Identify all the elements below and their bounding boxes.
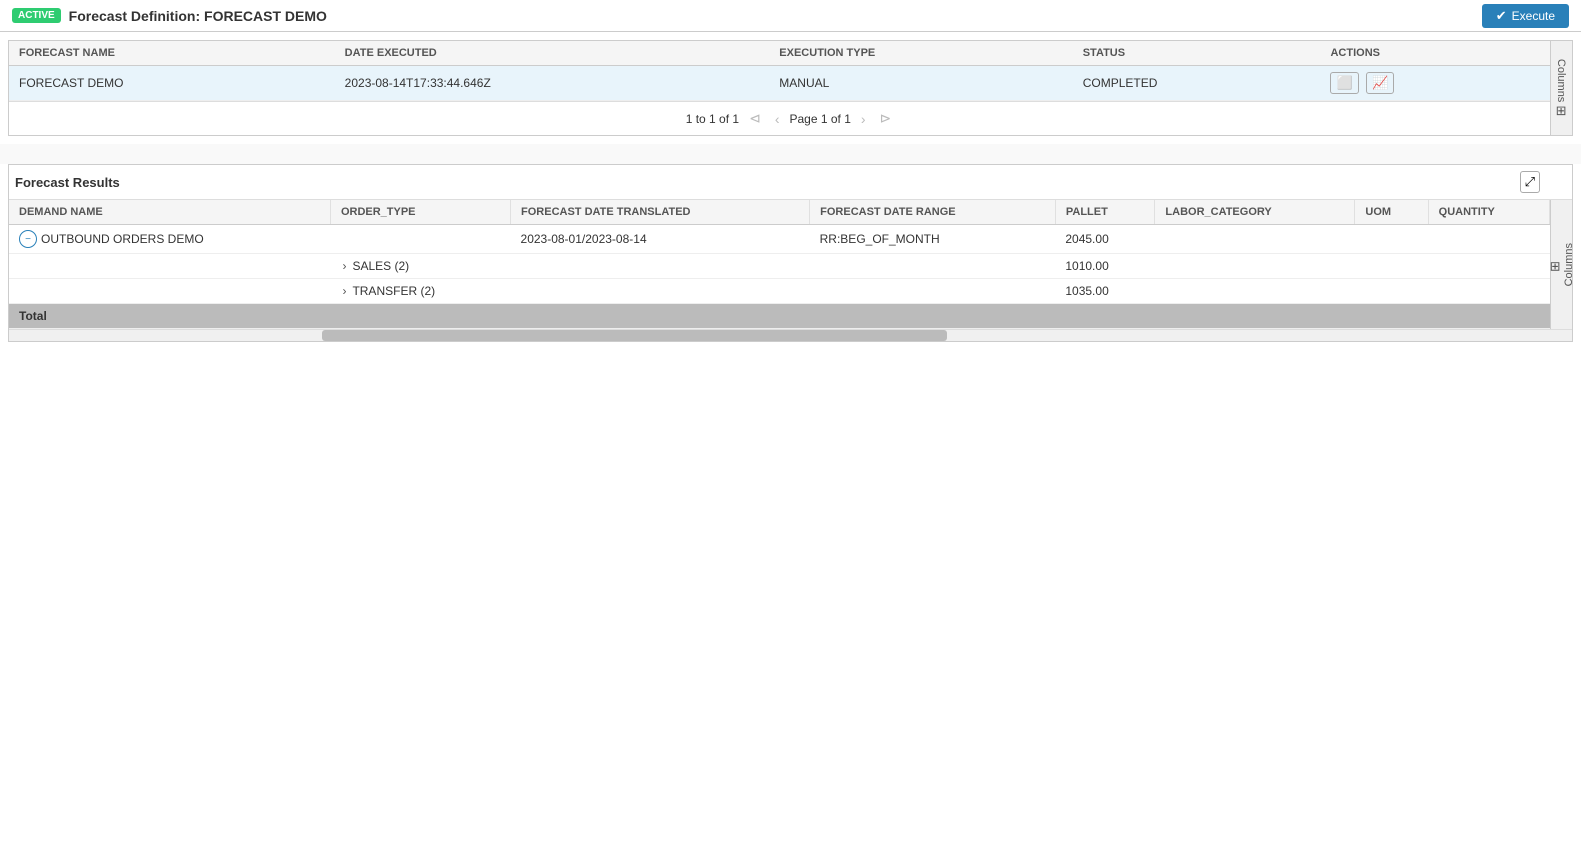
table-row: › SALES (2) 1010.00 xyxy=(9,254,1550,279)
section-gap xyxy=(0,144,1581,164)
results-cell-qty-child2 xyxy=(1428,279,1549,304)
columns-tab-label: ⊞ Columns xyxy=(1554,59,1569,116)
cell-date-executed: 2023-08-14T17:33:44.646Z xyxy=(335,66,770,101)
copy-action-button[interactable]: ⬜ xyxy=(1330,72,1358,94)
page-label: Page 1 of 1 xyxy=(789,112,850,126)
collapse-demand-button[interactable]: − xyxy=(19,230,37,248)
execute-label: Execute xyxy=(1512,9,1555,23)
total-cell-6 xyxy=(1155,304,1355,329)
results-col-forecast-date-translated: FORECAST DATE TRANSLATED xyxy=(511,200,810,225)
results-header-row: DEMAND NAME ORDER_TYPE FORECAST DATE TRA… xyxy=(9,200,1550,225)
execute-button[interactable]: ✔ Execute xyxy=(1482,4,1569,28)
table-row: › TRANSFER (2) 1035.00 xyxy=(9,279,1550,304)
col-date-executed: DATE EXECUTED xyxy=(335,41,770,66)
total-cell-4 xyxy=(810,304,1056,329)
results-columns-tab-label: ⊞ Columns xyxy=(1548,243,1572,286)
results-col-forecast-date-range: FORECAST DATE RANGE xyxy=(810,200,1056,225)
transfer-label: TRANSFER (2) xyxy=(352,284,435,298)
pagination-bar: 1 to 1 of 1 ⊲ ‹ Page 1 of 1 › ⊳ xyxy=(9,101,1572,135)
columns-side-tab[interactable]: ⊞ Columns xyxy=(1550,41,1572,135)
results-cell-pallet-child2: 1035.00 xyxy=(1055,279,1155,304)
results-section-title: Forecast Results xyxy=(15,175,120,190)
sales-label: SALES (2) xyxy=(352,259,409,273)
results-cell-demand-name-child1 xyxy=(9,254,330,279)
results-cell-uom xyxy=(1355,225,1428,254)
total-cell-7 xyxy=(1355,304,1428,329)
prev-page-button[interactable]: ‹ xyxy=(771,109,784,129)
scrollbar-thumb xyxy=(322,330,947,341)
cell-forecast-name: FORECAST DEMO xyxy=(9,66,335,101)
results-columns-side-tab[interactable]: ⊞ Columns xyxy=(1550,200,1572,329)
results-cell-pallet-child1: 1010.00 xyxy=(1055,254,1155,279)
results-col-order-type: ORDER_TYPE xyxy=(330,200,510,225)
results-table-wrapper: DEMAND NAME ORDER_TYPE FORECAST DATE TRA… xyxy=(9,200,1572,329)
next-page-button[interactable]: › xyxy=(857,109,870,129)
results-col-labor-category: LABOR_CATEGORY xyxy=(1155,200,1355,225)
results-cell-pallet: 2045.00 xyxy=(1055,225,1155,254)
header-left: ACTIVE Forecast Definition: FORECAST DEM… xyxy=(12,8,327,24)
demand-name-label: OUTBOUND ORDERS DEMO xyxy=(41,232,204,246)
chart-action-button[interactable]: 📈 xyxy=(1366,72,1394,94)
results-col-demand-name: DEMAND NAME xyxy=(9,200,330,225)
horizontal-scrollbar[interactable] xyxy=(9,329,1572,341)
results-cell-order-type-child2: › TRANSFER (2) xyxy=(330,279,510,304)
table-row: FORECAST DEMO 2023-08-14T17:33:44.646Z M… xyxy=(9,66,1550,101)
results-cell-uom-child1 xyxy=(1355,254,1428,279)
total-row: Total xyxy=(9,304,1550,329)
total-cell-5 xyxy=(1055,304,1155,329)
demand-name-cell: − OUTBOUND ORDERS DEMO xyxy=(19,230,320,248)
cell-actions: ⬜ 📈 xyxy=(1320,66,1550,101)
results-cell-fdt-child2 xyxy=(511,279,810,304)
results-cell-order-type xyxy=(330,225,510,254)
results-col-pallet: PALLET xyxy=(1055,200,1155,225)
forecast-results-section: Forecast Results ⤢ DEMAND NAME ORDER_TYP… xyxy=(8,164,1573,342)
table-header-row: FORECAST NAME DATE EXECUTED EXECUTION TY… xyxy=(9,41,1550,66)
results-cell-lc-child1 xyxy=(1155,254,1355,279)
table-row: − OUTBOUND ORDERS DEMO 2023-08-01/2023-0… xyxy=(9,225,1550,254)
expand-results-button[interactable]: ⤢ xyxy=(1520,171,1540,193)
results-cell-forecast-date-translated: 2023-08-01/2023-08-14 xyxy=(511,225,810,254)
results-cell-quantity xyxy=(1428,225,1549,254)
results-col-quantity: QUANTITY xyxy=(1428,200,1549,225)
results-cell-fdr-child2 xyxy=(810,279,1056,304)
first-page-button[interactable]: ⊲ xyxy=(745,108,765,129)
check-icon: ✔ xyxy=(1496,8,1507,24)
header-bar: ACTIVE Forecast Definition: FORECAST DEM… xyxy=(0,0,1581,32)
top-table-section: FORECAST NAME DATE EXECUTED EXECUTION TY… xyxy=(8,40,1573,136)
total-cell-2 xyxy=(330,304,510,329)
results-section-header: Forecast Results ⤢ xyxy=(9,165,1572,200)
pagination-summary: 1 to 1 of 1 xyxy=(686,112,739,126)
results-col-uom: UOM xyxy=(1355,200,1428,225)
col-status: STATUS xyxy=(1073,41,1321,66)
results-table-scroll-inner: DEMAND NAME ORDER_TYPE FORECAST DATE TRA… xyxy=(9,200,1550,329)
status-badge: ACTIVE xyxy=(12,8,61,23)
total-cell-3 xyxy=(511,304,810,329)
results-cell-demand-name-child2 xyxy=(9,279,330,304)
results-cell-qty-child1 xyxy=(1428,254,1549,279)
expand-transfer-button[interactable]: › xyxy=(340,284,348,298)
total-cell-8 xyxy=(1428,304,1549,329)
results-cell-lc-child2 xyxy=(1155,279,1355,304)
total-label: Total xyxy=(9,304,330,329)
last-page-button[interactable]: ⊳ xyxy=(876,108,896,129)
results-cell-forecast-date-range: RR:BEG_OF_MONTH xyxy=(810,225,1056,254)
page-title: Forecast Definition: FORECAST DEMO xyxy=(69,8,327,24)
col-execution-type: EXECUTION TYPE xyxy=(769,41,1072,66)
results-cell-labor-category xyxy=(1155,225,1355,254)
results-cell-uom-child2 xyxy=(1355,279,1428,304)
cell-status: COMPLETED xyxy=(1073,66,1321,101)
results-cell-demand-name: − OUTBOUND ORDERS DEMO xyxy=(9,225,330,254)
col-actions: ACTIONS xyxy=(1320,41,1550,66)
expand-sales-button[interactable]: › xyxy=(340,259,348,273)
top-table-inner: FORECAST NAME DATE EXECUTED EXECUTION TY… xyxy=(9,41,1550,101)
results-cell-fdt-child1 xyxy=(511,254,810,279)
results-cell-order-type-child1: › SALES (2) xyxy=(330,254,510,279)
results-cell-fdr-child1 xyxy=(810,254,1056,279)
cell-execution-type: MANUAL xyxy=(769,66,1072,101)
results-table: DEMAND NAME ORDER_TYPE FORECAST DATE TRA… xyxy=(9,200,1550,329)
forecast-table: FORECAST NAME DATE EXECUTED EXECUTION TY… xyxy=(9,41,1550,101)
col-forecast-name: FORECAST NAME xyxy=(9,41,335,66)
